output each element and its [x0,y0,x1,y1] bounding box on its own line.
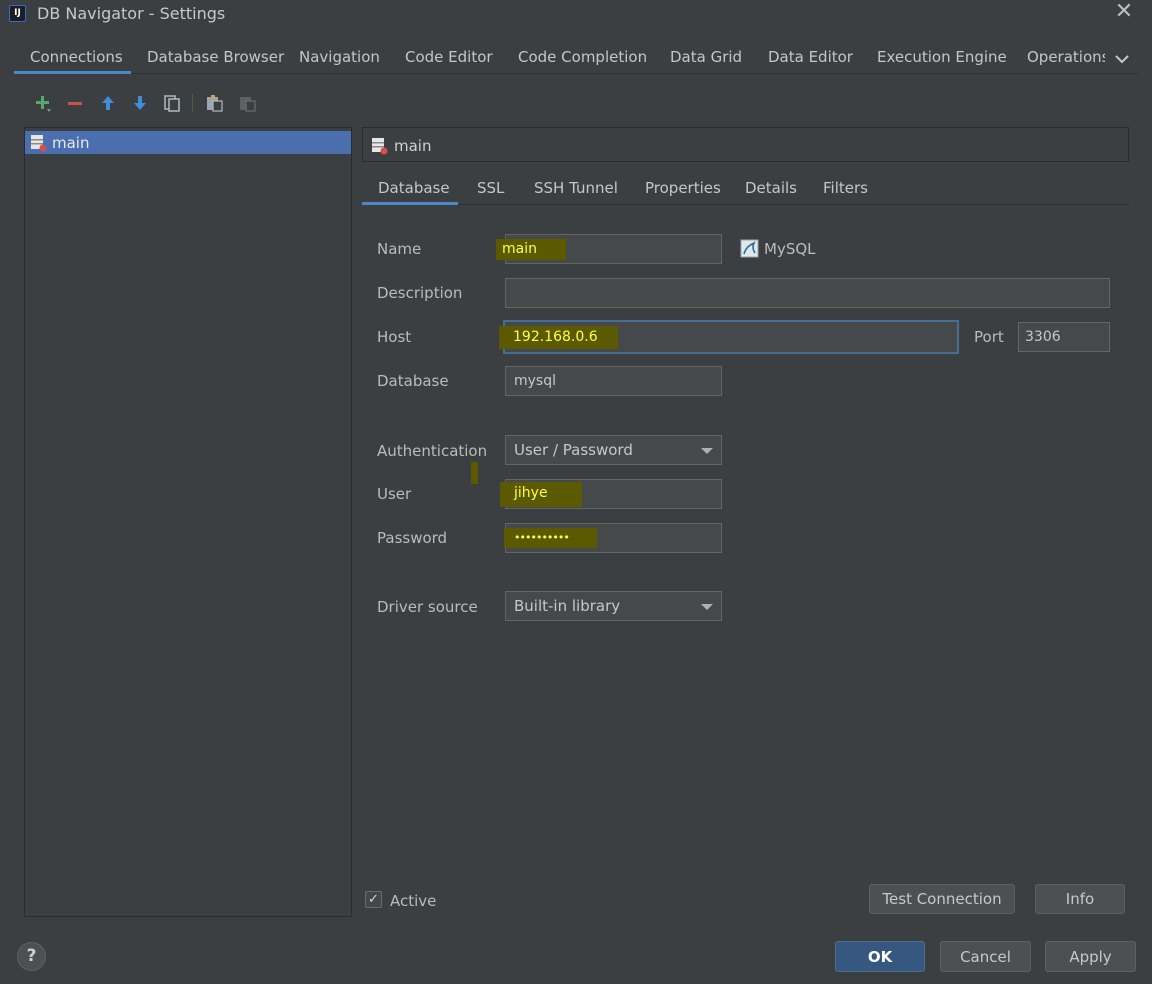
active-subtab-indicator [362,202,458,205]
subtabs-divider [362,204,1129,205]
close-icon[interactable]: ✕ [1112,0,1136,26]
tab-details[interactable]: Details [745,179,797,197]
ok-button[interactable]: OK [835,941,925,972]
password-label: Password [377,529,448,547]
copy-icon[interactable] [160,90,184,116]
paste-disabled-icon [235,90,259,116]
user-field-value: jihye [500,481,582,507]
tab-execution-engine[interactable]: Execution Engine [877,48,1007,72]
tabs-divider [14,73,1138,74]
name-field[interactable]: main [496,234,722,264]
paste-icon[interactable] [202,90,226,116]
tab-connections[interactable]: Connections [30,48,123,72]
chevron-down-icon[interactable] [1112,48,1132,70]
move-up-icon[interactable] [96,90,120,116]
tab-filters[interactable]: Filters [823,179,868,197]
database-field[interactable]: mysql [505,366,722,396]
apply-button[interactable]: Apply [1045,941,1136,972]
active-label: Active [390,892,437,910]
database-connection-icon [371,137,389,159]
active-tab-indicator [14,71,131,74]
help-icon[interactable]: ? [17,942,46,971]
database-label: Database [377,372,449,390]
list-item-label: main [52,134,90,152]
host-field-value: 192.168.0.6 [499,325,618,349]
tab-ssl[interactable]: SSL [477,179,504,197]
highlight-mark [471,462,478,484]
driver-source-select-value: Built-in library [514,597,621,615]
info-button[interactable]: Info [1035,884,1125,914]
dropdown-arrow-icon [701,604,713,610]
tab-database-browser[interactable]: Database Browser [147,48,284,72]
connections-list [24,127,352,917]
port-field[interactable]: 3306 [1018,322,1110,352]
password-field[interactable]: •••••••••• [504,523,722,553]
password-field-value: •••••••••• [504,528,597,548]
tab-operations[interactable]: Operations [1027,48,1105,72]
window-title: DB Navigator - Settings [37,4,226,23]
active-checkbox[interactable]: ✓ [365,891,382,908]
host-field[interactable]: 192.168.0.6 [499,320,959,354]
user-field[interactable]: jihye [500,479,722,509]
tab-properties[interactable]: Properties [645,179,721,197]
app-icon: IJ [9,5,26,22]
name-field-value: main [496,238,566,260]
add-icon[interactable] [31,90,55,116]
tab-data-grid[interactable]: Data Grid [670,48,742,72]
authentication-select-value: User / Password [514,441,633,459]
authentication-select[interactable]: User / Password [505,435,722,465]
tab-code-editor[interactable]: Code Editor [405,48,493,72]
authentication-label: Authentication [377,442,488,460]
driver-source-select[interactable]: Built-in library [505,591,722,621]
tab-ssh-tunnel[interactable]: SSH Tunnel [534,179,618,197]
cancel-button[interactable]: Cancel [940,941,1031,972]
test-connection-button[interactable]: Test Connection [869,884,1015,914]
remove-icon[interactable] [63,90,87,116]
tab-database[interactable]: Database [378,179,450,197]
connection-header-title: main [394,137,432,155]
host-label: Host [377,328,412,346]
title-bar: IJ DB Navigator - Settings ✕ [0,0,1152,30]
user-label: User [377,485,412,503]
database-connection-icon [30,134,48,156]
name-label: Name [377,240,422,258]
tab-data-editor[interactable]: Data Editor [768,48,853,72]
mysql-icon [740,239,759,262]
dropdown-arrow-icon [701,448,713,454]
toolbar-separator [192,94,193,112]
move-down-icon[interactable] [128,90,152,116]
db-type-label: MySQL [764,240,816,258]
description-label: Description [377,284,463,302]
description-field[interactable] [505,278,1110,308]
tab-code-completion[interactable]: Code Completion [518,48,647,72]
tab-navigation[interactable]: Navigation [299,48,380,72]
connection-header [362,127,1129,162]
port-label: Port [974,328,1004,346]
driver-source-label: Driver source [377,598,478,616]
